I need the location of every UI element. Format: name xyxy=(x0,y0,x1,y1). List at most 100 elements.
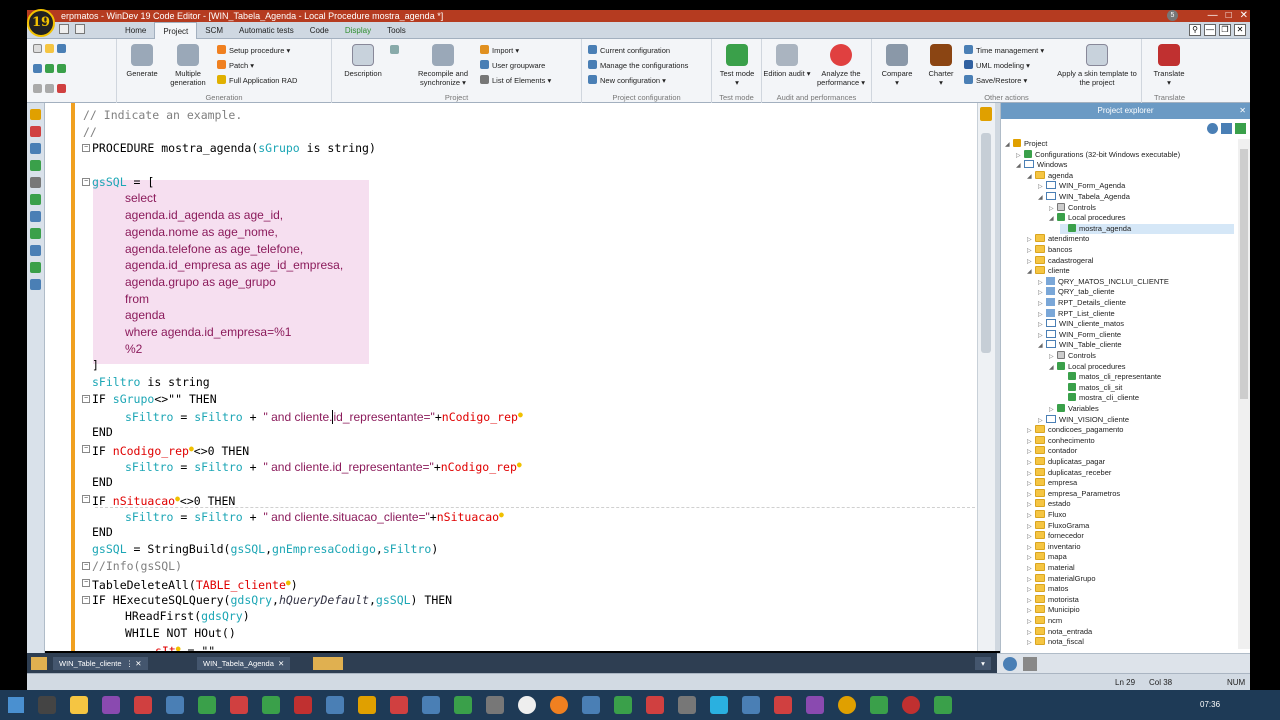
tree-item[interactable]: matos_cli_sit xyxy=(1060,382,1122,394)
taskbar-app-icon[interactable] xyxy=(38,696,56,714)
tree-item[interactable]: ▷ QRY_MATOS_INCLUI_CLIENTE xyxy=(1038,276,1169,288)
tree-item[interactable]: ▷ WIN_Form_cliente xyxy=(1038,329,1121,341)
edition-audit-button[interactable]: Edition audit ▾ xyxy=(762,44,812,78)
search-icon[interactable]: ⚲ xyxy=(1189,24,1201,36)
sync-icon[interactable] xyxy=(1221,123,1232,134)
apply-skin-button[interactable]: Apply a skin template to the project xyxy=(1054,44,1140,87)
search-icon[interactable] xyxy=(1003,657,1017,671)
tree-item[interactable]: ▷ WIN_Form_Agenda xyxy=(1038,181,1125,192)
tree-item[interactable]: ▷ cadastrogeral xyxy=(1027,255,1093,267)
undo-icon[interactable] xyxy=(33,84,42,93)
firefox-icon[interactable] xyxy=(550,696,568,714)
filezilla-icon[interactable] xyxy=(134,696,152,714)
recompile-button[interactable]: Recompile and synchronize ▾ xyxy=(412,44,474,87)
help-icon[interactable] xyxy=(30,279,41,290)
new-file-icon[interactable] xyxy=(59,24,69,34)
tree-expander-icon[interactable]: ▷ xyxy=(1027,638,1035,649)
sql-line[interactable]: from xyxy=(125,291,149,307)
visual-studio-icon[interactable] xyxy=(102,696,120,714)
new-icon[interactable] xyxy=(33,44,42,53)
code-line[interactable]: sFiltro is string xyxy=(92,374,210,390)
tree-item[interactable]: mostra_cli_cliente xyxy=(1060,393,1139,404)
code-line[interactable]: gsSQL = StringBuild(gsSQL,gnEmpresaCodig… xyxy=(92,541,438,557)
taskbar-app-icon[interactable] xyxy=(742,696,760,714)
code-line[interactable]: IF nSituacao●<>0 THEN xyxy=(92,491,235,508)
tree-expander-icon[interactable]: ◢ xyxy=(1038,193,1046,204)
code-editor[interactable]: // Indicate an example. // − PROCEDURE m… xyxy=(45,103,977,651)
warning-icon[interactable]: ● xyxy=(499,510,504,519)
tree-expander-icon[interactable]: ◢ xyxy=(1027,172,1035,183)
filter-icon[interactable] xyxy=(1235,123,1246,134)
tree-item[interactable]: ▷ duplicatas_receber xyxy=(1027,467,1111,479)
translate-button[interactable]: Translate ▾ xyxy=(1144,44,1194,87)
tab-automatic-tests[interactable]: Automatic tests xyxy=(231,22,302,39)
code-line[interactable]: sFiltro = sFiltro + " and cliente.id_rep… xyxy=(125,457,522,474)
code-line[interactable]: //Info(gsSQL) xyxy=(92,558,182,574)
code-line[interactable]: END xyxy=(92,424,113,440)
compare-button[interactable]: Compare ▾ xyxy=(872,44,922,87)
code-line[interactable]: IF sGrupo<>"" THEN xyxy=(92,391,217,407)
code-line[interactable]: WHILE NOT HOut() xyxy=(125,625,236,641)
tree-item[interactable]: mostra_agenda xyxy=(1060,223,1234,235)
tree-expander-icon[interactable]: ◢ xyxy=(1027,267,1035,278)
report-icon[interactable] xyxy=(30,177,41,188)
skype-icon[interactable] xyxy=(710,696,728,714)
current-config-button[interactable]: Current configuration xyxy=(588,44,670,58)
tree-expander-icon[interactable]: ◢ xyxy=(1005,140,1013,151)
redo-icon[interactable] xyxy=(45,84,54,93)
select-icon[interactable] xyxy=(33,64,42,73)
analyze-performance-button[interactable]: Analyze the performance ▾ xyxy=(812,44,870,87)
fold-toggle[interactable]: − xyxy=(82,144,90,152)
setup-procedure-button[interactable]: Setup procedure ▾ xyxy=(217,44,290,58)
tree-item[interactable]: ◢ Local procedures xyxy=(1049,361,1126,373)
list-elements-button[interactable]: List of Elements ▾ xyxy=(480,74,551,88)
save-restore-button[interactable]: Save/Restore ▾ xyxy=(964,74,1027,88)
tree-item[interactable]: ▷ Configurations (32-bit Windows executab… xyxy=(1016,149,1180,161)
tab-project[interactable]: Project xyxy=(154,22,198,39)
tree-item[interactable]: ▷ motorista xyxy=(1027,594,1079,606)
multiple-generation-button[interactable]: Multiple generation xyxy=(163,44,213,87)
folder-icon[interactable] xyxy=(70,696,88,714)
tab-list-icon[interactable]: ▾ xyxy=(975,657,991,670)
code-line[interactable]: END xyxy=(92,524,113,540)
taskbar-app-icon[interactable] xyxy=(358,696,376,714)
taskbar-app-icon[interactable] xyxy=(454,696,472,714)
taskbar-app-icon[interactable] xyxy=(902,696,920,714)
tree-item[interactable]: ▷ contador xyxy=(1027,446,1077,457)
warning-icon[interactable]: ● xyxy=(517,460,522,469)
tree-item[interactable]: ▷ ncm xyxy=(1027,616,1062,627)
tree-item[interactable]: ▷ Fluxo xyxy=(1027,510,1066,521)
tab-code[interactable]: Code xyxy=(302,22,337,39)
taskbar-app-icon[interactable] xyxy=(486,696,504,714)
ribbon-restore-icon[interactable]: ❐ xyxy=(1219,24,1231,36)
tree-item[interactable]: ▷ RPT_List_cliente xyxy=(1038,308,1115,320)
code-line[interactable]: // xyxy=(83,124,97,140)
tree-item[interactable]: ▷ nota_entrada xyxy=(1027,626,1092,638)
code-line[interactable]: // Indicate an example. xyxy=(83,107,242,123)
editor-scroll-thumb[interactable] xyxy=(981,133,991,353)
taskbar-app-icon[interactable] xyxy=(934,696,952,714)
grid-icon[interactable] xyxy=(75,24,85,34)
tree-item[interactable]: ▷ fornecedor xyxy=(1027,531,1084,542)
tree-item[interactable]: ▷ Controls xyxy=(1049,202,1096,214)
fold-toggle[interactable]: − xyxy=(82,562,90,570)
code-line[interactable]: PROCEDURE mostra_agenda(sGrupo is string… xyxy=(92,140,376,156)
sql-line[interactable]: agenda.grupo as age_grupo xyxy=(125,274,276,290)
taskbar-app-icon[interactable] xyxy=(774,696,792,714)
tree-item[interactable]: ▷ conhecimento xyxy=(1027,435,1095,447)
sql-line[interactable]: agenda.telefone as age_telefone, xyxy=(125,241,303,257)
tree-item[interactable]: ▷ Variables xyxy=(1049,404,1099,415)
fold-toggle[interactable]: − xyxy=(82,596,90,604)
code-line[interactable]: gsSQL = [ xyxy=(92,174,154,190)
query-icon[interactable] xyxy=(30,194,41,205)
tree-item[interactable]: ▷ Controls xyxy=(1049,351,1096,362)
tab-home[interactable]: Home xyxy=(117,22,154,39)
minimize-icon[interactable]: — xyxy=(1208,10,1218,22)
doc-tab-win-table-cliente[interactable]: WIN_Table_cliente ⋮ ✕ xyxy=(53,657,148,670)
doc-tab-win-tabela-agenda[interactable]: WIN_Tabela_Agenda ✕ xyxy=(197,657,291,670)
tree-item[interactable]: ▷ QRY_tab_cliente xyxy=(1038,287,1115,298)
new-config-button[interactable]: New configuration ▾ xyxy=(588,74,666,88)
warning-icon[interactable]: ● xyxy=(518,410,523,419)
tree-expander-icon[interactable]: ◢ xyxy=(1049,214,1057,225)
close-icon[interactable]: ✕ xyxy=(1239,103,1246,119)
